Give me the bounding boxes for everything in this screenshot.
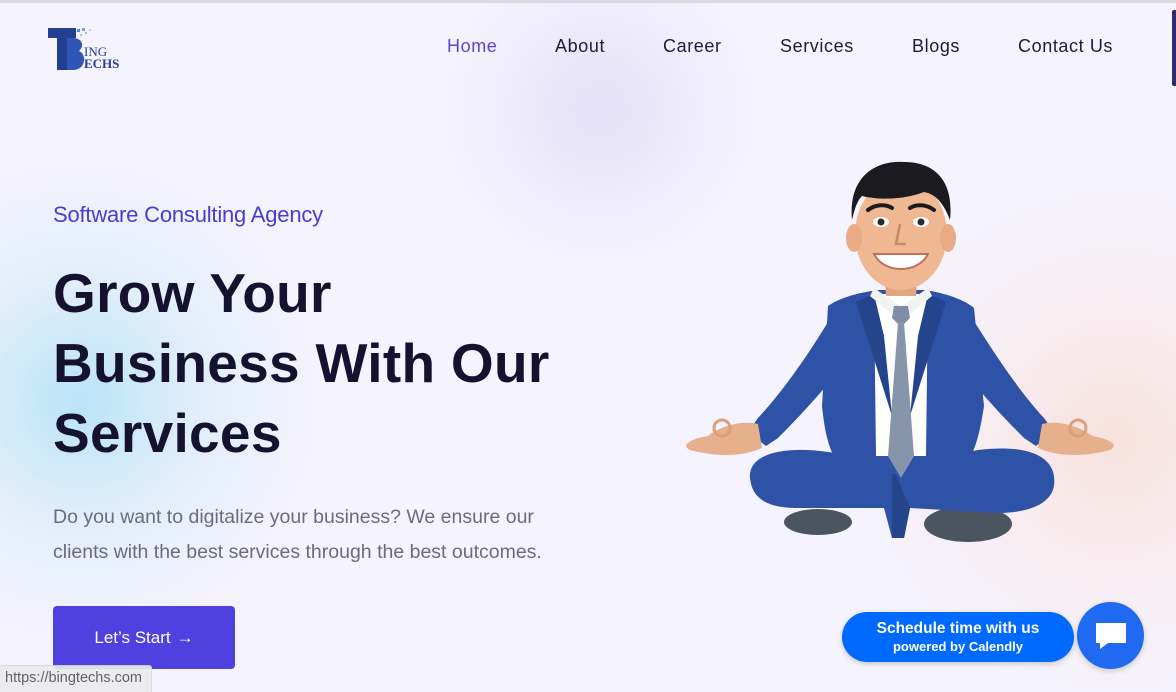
logo-mark: ING ECHS <box>48 28 119 71</box>
description-line: clients with the best services through t… <box>53 541 542 563</box>
description-line: Do you want to digitalize your business?… <box>53 506 534 528</box>
logo-text-bottom: ECHS <box>84 56 119 71</box>
page-scroll-indicator <box>1172 10 1176 86</box>
cta-label: Let’s Start <box>94 627 171 647</box>
calendly-subtitle: powered by Calendly <box>892 639 1024 654</box>
nav-about[interactable]: About <box>555 36 605 57</box>
calendly-schedule-button[interactable]: Schedule time with us powered by Calendl… <box>842 612 1074 662</box>
nav-contact-us[interactable]: Contact Us <box>1018 36 1113 57</box>
headline-line: Grow Your <box>53 262 332 324</box>
nav-services[interactable]: Services <box>780 36 854 57</box>
arrow-right-icon: → <box>176 627 194 647</box>
calendly-title: Schedule time with us <box>876 620 1040 637</box>
lets-start-button[interactable]: Let’s Start → <box>53 606 235 669</box>
hero-description: Do you want to digitalize your business?… <box>53 500 593 570</box>
browser-top-border <box>0 0 1176 3</box>
headline-line: Business With Our <box>53 332 550 394</box>
hero-tagline: Software Consulting Agency <box>53 202 323 227</box>
headline-line: Services <box>53 402 282 464</box>
chat-bubble-icon <box>1095 622 1126 649</box>
status-bar-url: https://bingtechs.com <box>0 665 153 692</box>
site-logo[interactable]: ING ECHS <box>46 26 136 72</box>
meditating-businessman-illustration <box>678 156 1122 554</box>
hero-headline: Grow Your Business With Our Services <box>53 258 653 468</box>
chat-launcher-button[interactable] <box>1077 602 1144 669</box>
nav-career[interactable]: Career <box>663 36 722 57</box>
nav-blogs[interactable]: Blogs <box>912 36 960 57</box>
nav-home[interactable]: Home <box>447 36 497 57</box>
